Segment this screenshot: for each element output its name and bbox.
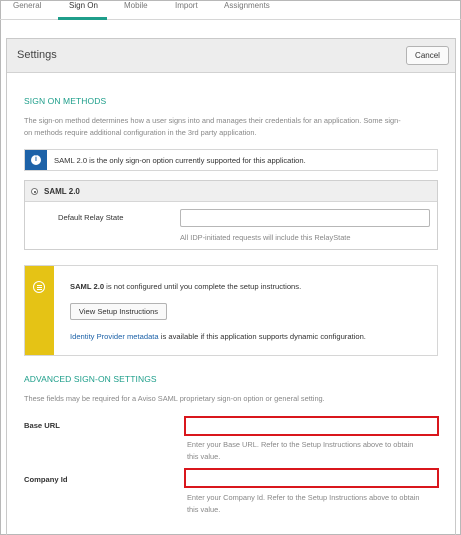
default-relay-state-input[interactable]: [180, 209, 430, 227]
company-id-label: Company Id: [24, 475, 68, 484]
relay-state-hint: All IDP-initiated requests will include …: [180, 233, 351, 242]
tab-sign-on[interactable]: Sign On: [69, 1, 98, 10]
description-line: The sign-on method determines how a user…: [24, 116, 401, 125]
settings-panel: Settings Cancel SIGN ON METHODS The sign…: [6, 38, 456, 535]
saml-option-block: SAML 2.0 Default Relay State All IDP-ini…: [24, 180, 438, 250]
metadata-text: Identity Provider metadata is available …: [70, 332, 366, 341]
panel-header: Settings Cancel: [7, 39, 455, 73]
active-tab-indicator: [58, 17, 107, 20]
company-id-input[interactable]: [184, 468, 439, 488]
panel-title: Settings: [17, 49, 57, 61]
setup-notice-text: SAML 2.0 is not configured until you com…: [70, 282, 301, 291]
sign-on-methods-description: The sign-on method determines how a user…: [24, 115, 442, 139]
sign-on-methods-heading: SIGN ON METHODS: [24, 96, 107, 106]
tab-import[interactable]: Import: [175, 1, 198, 10]
base-url-hint: Enter your Base URL. Refer to the Setup …: [187, 439, 445, 463]
hint-line: this value.: [187, 505, 221, 514]
info-icon: i: [31, 155, 41, 165]
list-icon: [33, 281, 45, 293]
company-id-hint: Enter your Company Id. Refer to the Setu…: [187, 492, 445, 516]
default-relay-state-label: Default Relay State: [58, 213, 124, 222]
hint-line: Enter your Company Id. Refer to the Setu…: [187, 493, 420, 502]
base-url-input[interactable]: [184, 416, 439, 436]
view-setup-instructions-button[interactable]: View Setup Instructions: [70, 303, 167, 320]
identity-provider-metadata-link[interactable]: Identity Provider metadata: [70, 332, 159, 341]
tab-assignments[interactable]: Assignments: [224, 1, 270, 10]
setup-callout: SAML 2.0 is not configured until you com…: [24, 265, 438, 356]
base-url-label: Base URL: [24, 421, 60, 430]
tab-general[interactable]: General: [13, 1, 41, 10]
hint-line: this value.: [187, 452, 221, 461]
advanced-settings-description: These fields may be required for a Aviso…: [24, 394, 325, 403]
cancel-button[interactable]: Cancel: [406, 46, 449, 65]
saml-option-header[interactable]: SAML 2.0: [25, 181, 437, 202]
tab-mobile[interactable]: Mobile: [124, 1, 148, 10]
advanced-settings-heading: ADVANCED SIGN-ON SETTINGS: [24, 374, 157, 384]
saml-bold-text: SAML 2.0: [70, 282, 105, 291]
saml-radio-button[interactable]: [31, 188, 38, 195]
setup-notice-rest: is not configured until you complete the…: [104, 282, 302, 291]
info-bar: i: [25, 150, 47, 170]
description-line: on methods require additional configurat…: [24, 128, 257, 137]
info-callout: i SAML 2.0 is the only sign-on option cu…: [24, 149, 438, 171]
saml-option-label[interactable]: SAML 2.0: [44, 187, 80, 196]
metadata-rest: is available if this application support…: [158, 332, 366, 341]
hint-line: Enter your Base URL. Refer to the Setup …: [187, 440, 414, 449]
info-text: SAML 2.0 is the only sign-on option curr…: [54, 156, 306, 165]
tab-bar: General Sign On Mobile Import Assignment…: [0, 0, 461, 20]
setup-callout-bar: [25, 266, 54, 355]
